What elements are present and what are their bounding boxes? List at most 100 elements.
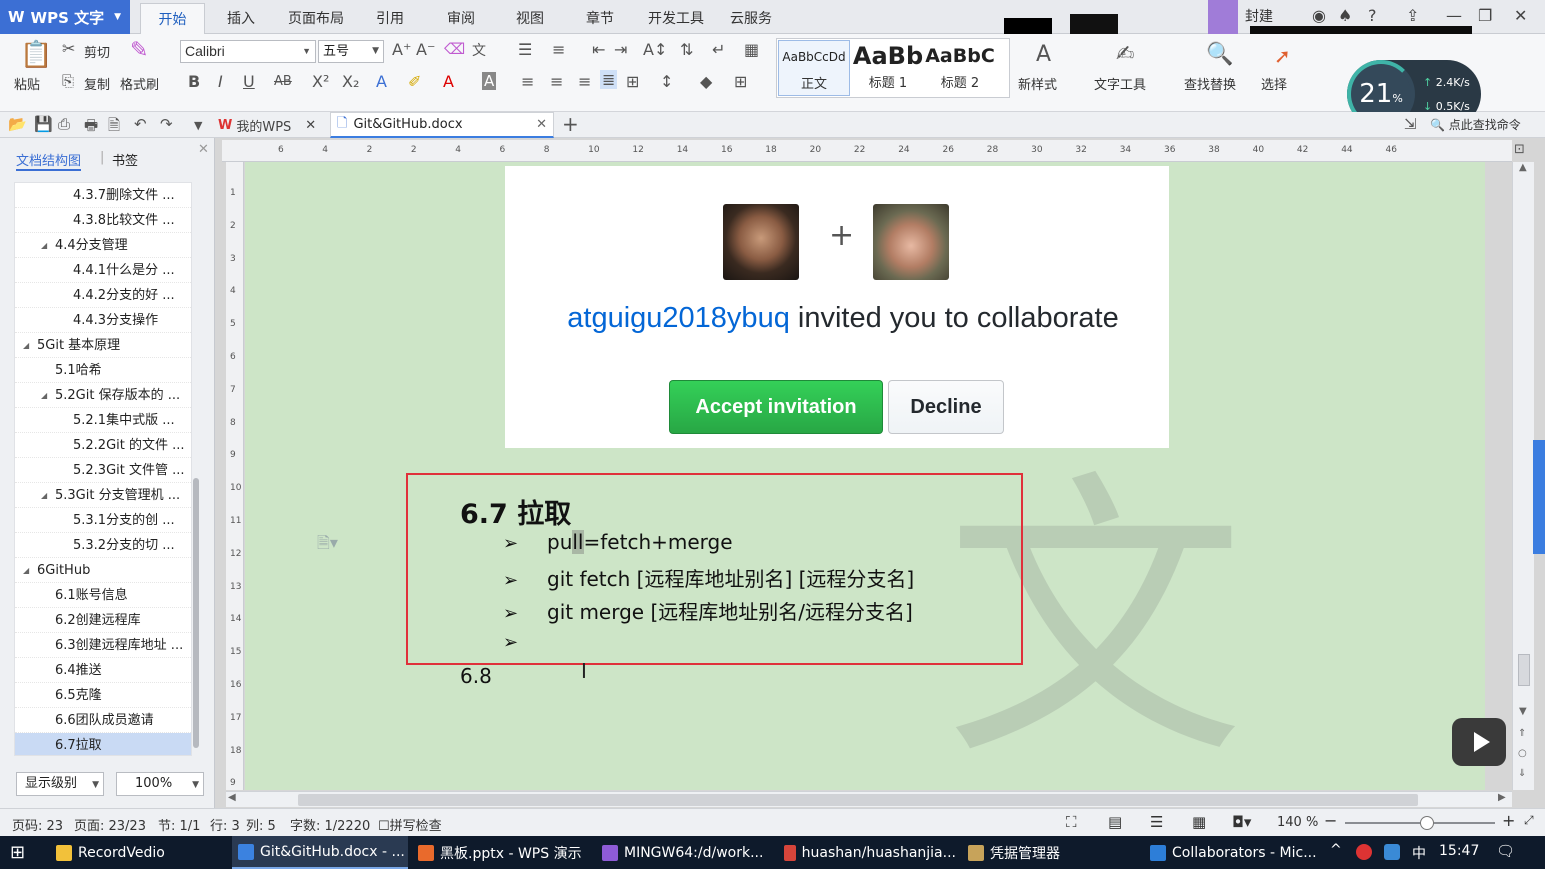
export-pdf-icon[interactable]: ⎙ xyxy=(58,115,70,133)
expand-triangle-icon[interactable]: ◢ xyxy=(41,483,47,508)
font-size-select[interactable]: 五号 ▼ xyxy=(318,40,384,63)
expand-triangle-icon[interactable]: ◢ xyxy=(41,233,47,258)
scroll-thumb[interactable] xyxy=(298,794,1418,806)
tab-chapter[interactable]: 章节 xyxy=(586,8,614,28)
taskbar-app[interactable]: 黑板.pptx - WPS 演示 xyxy=(412,836,590,869)
strikethrough-icon[interactable]: AB xyxy=(274,74,292,89)
outline-view-icon[interactable]: ☰ xyxy=(1150,813,1163,831)
grow-font-icon[interactable]: A⁺ xyxy=(392,40,411,59)
doc-tab-active[interactable]: 🗋 Git&GitHub.docx ✕ xyxy=(330,112,554,138)
border-icon[interactable]: ⊞ xyxy=(734,72,747,91)
browse-object-icon[interactable]: ○ xyxy=(1518,748,1527,759)
tray-shield-icon[interactable] xyxy=(1384,844,1400,860)
select-button[interactable]: 选择 xyxy=(1261,74,1287,93)
phonetic-icon[interactable]: 文 xyxy=(472,40,486,60)
highlight-icon[interactable]: ✐ xyxy=(408,72,421,91)
bullet-list-icon[interactable]: ☰ xyxy=(518,40,532,59)
tab-cloud[interactable]: 云服务 xyxy=(730,8,772,28)
doc-tab-mywps[interactable]: W 我的WPS ✕ xyxy=(218,113,328,137)
new-style-button[interactable]: 新样式 xyxy=(1018,74,1057,93)
find-replace-button[interactable]: 查找替换 xyxy=(1184,74,1236,93)
tab-page-layout[interactable]: 页面布局 xyxy=(288,8,344,28)
font-name-select[interactable]: Calibri ▼ xyxy=(180,40,316,63)
scissors-icon[interactable]: ✂ xyxy=(62,39,75,58)
user-avatar[interactable] xyxy=(1208,0,1238,34)
outline-item[interactable]: 5.1哈希 xyxy=(15,358,191,383)
copy-icon[interactable]: ⎘ xyxy=(62,72,74,90)
command-search[interactable]: 🔍 点此查找命令 xyxy=(1430,116,1521,133)
tray-expand-icon[interactable]: ^ xyxy=(1330,842,1342,858)
tab-view[interactable]: 视图 xyxy=(516,8,544,28)
outline-item[interactable]: ◢ 6GitHub xyxy=(15,558,191,583)
paste-icon[interactable]: 📋 xyxy=(20,40,52,70)
fullscreen-icon[interactable]: ⛶ xyxy=(1066,813,1077,831)
outline-item[interactable]: 5.2.3Git 文件管 ... xyxy=(15,458,191,483)
shirt-icon[interactable]: ♠ xyxy=(1338,6,1352,25)
outline-item[interactable]: 6.4推送 xyxy=(15,658,191,683)
expand-triangle-icon[interactable]: ◢ xyxy=(23,558,29,583)
share-icon[interactable]: ⇪ xyxy=(1406,6,1419,25)
clock[interactable]: 15:47 xyxy=(1439,843,1479,859)
line-spacing-icon[interactable]: ↕ xyxy=(660,72,673,91)
decrease-indent-icon[interactable]: ⇤ xyxy=(592,40,605,59)
vertical-scrollbar[interactable]: ▲ ▼ ⇑ ○ ⇓ xyxy=(1512,162,1534,790)
undo-icon[interactable]: ↶ xyxy=(134,115,147,133)
zoom-slider-handle[interactable] xyxy=(1420,816,1434,830)
skin-icon[interactable]: ◉ xyxy=(1312,6,1326,25)
format-painter-button[interactable]: 格式刷 xyxy=(120,74,159,93)
tray-app-icon[interactable] xyxy=(1356,844,1372,860)
subscript-icon[interactable]: X₂ xyxy=(342,72,359,91)
print-preview-icon[interactable]: 🗎 xyxy=(108,115,120,140)
font-color-icon[interactable]: A xyxy=(443,72,454,91)
bold-icon[interactable]: B xyxy=(188,72,200,91)
zoom-level[interactable]: 140 % xyxy=(1277,815,1318,830)
copy-button[interactable]: 复制 xyxy=(84,74,110,93)
taskbar-app[interactable]: Git&GitHub.docx - ... xyxy=(232,836,408,869)
side-panel-handle[interactable] xyxy=(1533,440,1545,554)
save-icon[interactable]: 💾 xyxy=(34,115,53,133)
close-icon[interactable]: ✕ xyxy=(305,118,316,133)
find-replace-icon[interactable]: 🔍 xyxy=(1206,42,1233,67)
char-shading-icon[interactable]: A xyxy=(482,72,497,90)
format-painter-icon[interactable]: ✎ xyxy=(130,38,148,63)
paste-button[interactable]: 粘贴 xyxy=(14,74,40,93)
italic-icon[interactable]: I xyxy=(218,72,223,91)
tab-developer[interactable]: 开发工具 xyxy=(648,8,704,28)
notification-icon[interactable]: 🗨 xyxy=(1496,842,1515,860)
scroll-right-icon[interactable]: ▶ xyxy=(1498,792,1506,803)
display-level-select[interactable]: 显示级别 ▼ xyxy=(16,772,104,796)
taskbar-app[interactable]: MINGW64:/d/work... xyxy=(596,836,772,869)
ime-indicator[interactable]: 中 xyxy=(1412,843,1426,863)
next-page-icon[interactable]: ⇓ xyxy=(1518,768,1526,779)
outline-scrollbar[interactable] xyxy=(193,478,199,748)
outline-item[interactable]: ◢ 5.3Git 分支管理机 ... xyxy=(15,483,191,508)
outline-item[interactable]: 6.1账号信息 xyxy=(15,583,191,608)
outline-item[interactable]: 6.3创建远程库地址 ... xyxy=(15,633,191,658)
horizontal-ruler[interactable]: 6 4 2 2 4 6 8 10 12 14 16 18 20 22 24 26 28 30 32 34 36 38 40 4… xyxy=(222,140,1512,162)
outline-item[interactable]: 5.2.2Git 的文件 ... xyxy=(15,433,191,458)
eye-protection-icon[interactable]: ◘▾ xyxy=(1232,813,1251,831)
tab-references[interactable]: 引用 xyxy=(376,8,404,28)
vertical-ruler[interactable]: 1 2 3 4 5 6 7 8 9 10 11 12 13 14 15 16 17 18 9 xyxy=(226,162,244,790)
spell-check-toggle[interactable]: ☐拼写检查 xyxy=(378,815,442,834)
close-button[interactable]: ✕ xyxy=(1514,6,1527,25)
outline-item[interactable]: 5.3.1分支的创 ... xyxy=(15,508,191,533)
style-heading-1[interactable]: AaBb 标题 1 xyxy=(852,40,924,96)
outline-item[interactable]: 4.3.8比较文件 ... xyxy=(15,208,191,233)
tab-insert[interactable]: 插入 xyxy=(227,8,255,28)
outline-item[interactable]: 6.7拉取 xyxy=(15,733,191,755)
login-label[interactable]: 封建 xyxy=(1245,6,1273,26)
outline-item[interactable]: 5.3.2分支的切 ... xyxy=(15,533,191,558)
horizontal-scrollbar[interactable]: ◀ ▶ xyxy=(226,791,1512,807)
tab-bookmarks[interactable]: 书签 xyxy=(112,150,138,169)
outline-item[interactable]: 6.5克隆 xyxy=(15,683,191,708)
web-view-icon[interactable]: ▦ xyxy=(1192,813,1206,831)
customize-dropdown-icon[interactable]: ▼ xyxy=(194,119,202,132)
zoom-out-icon[interactable]: − xyxy=(1324,811,1337,830)
taskbar-app[interactable]: RecordVedio xyxy=(50,836,226,869)
shading-icon[interactable]: ◆ xyxy=(700,72,712,91)
tab-document-map[interactable]: 文档结构图 xyxy=(16,150,82,171)
outline-item[interactable]: 4.4.3分支操作 xyxy=(15,308,191,333)
select-cursor-icon[interactable]: ➚ xyxy=(1274,44,1291,68)
outline-item[interactable]: 4.3.7删除文件 ... xyxy=(15,183,191,208)
